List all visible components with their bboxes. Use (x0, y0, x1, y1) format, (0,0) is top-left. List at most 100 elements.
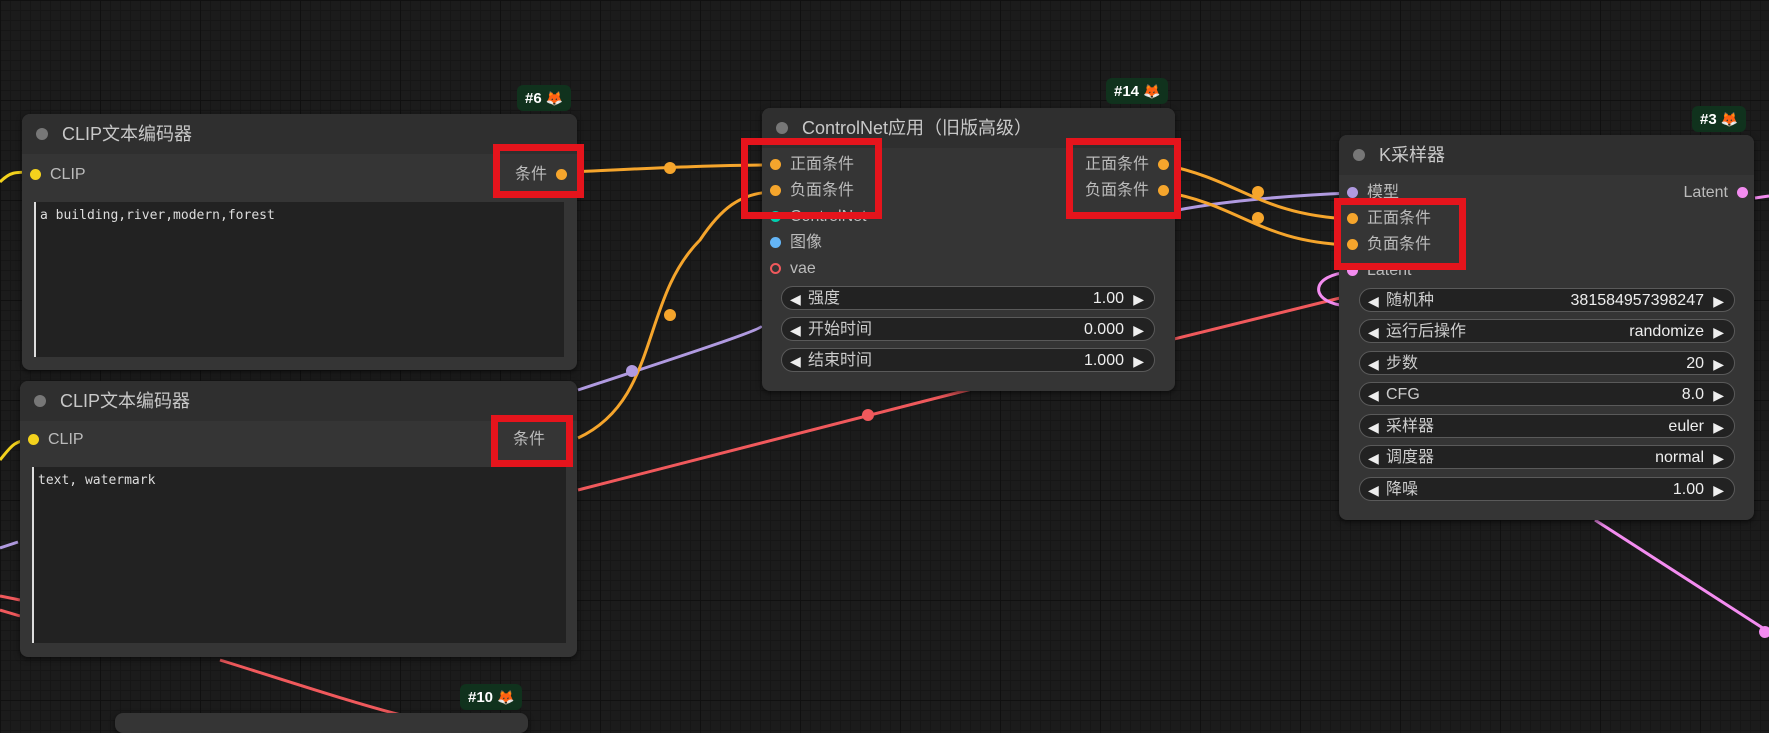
positive-input-slot[interactable]: 正面条件 (1347, 208, 1431, 230)
increment-arrow-icon[interactable]: ▶ (1133, 349, 1144, 373)
start-time-widget[interactable]: ◀ 开始时间 0.000 ▶ (781, 317, 1155, 341)
positive-input-slot[interactable]: 正面条件 (770, 154, 854, 176)
collapse-dot[interactable] (1353, 149, 1365, 161)
latent-input-slot[interactable]: Latent (1347, 260, 1411, 282)
wire-vae-left1 (0, 594, 21, 602)
strength-widget[interactable]: ◀ 强度 1.00 ▶ (781, 286, 1155, 310)
negative-output-slot[interactable]: 负面条件 (1085, 180, 1169, 202)
wire-vae-bottom (219, 658, 406, 718)
wire-latent-out (1594, 518, 1769, 634)
node-title-bar[interactable]: ControlNet应用（旧版高级） (762, 108, 1175, 148)
ksampler-node[interactable]: K采样器 模型 正面条件 负面条件 Latent Latent ◀ 随机种 38… (1339, 135, 1754, 520)
sampler-widget[interactable]: ◀ 采样器 euler ▶ (1359, 414, 1735, 438)
increment-arrow-icon[interactable]: ▶ (1713, 352, 1724, 376)
prompt-textarea[interactable]: a building,river,modern,forest (34, 202, 564, 357)
fox-icon: 🦊 (1720, 111, 1739, 127)
decrement-arrow-icon[interactable]: ◀ (1368, 383, 1379, 407)
increment-arrow-icon[interactable]: ▶ (1713, 289, 1724, 313)
positive-output-pin[interactable] (1158, 159, 1169, 170)
conditioning-output-slot[interactable]: 条件 (513, 429, 565, 451)
widget-value: 20 (1686, 355, 1704, 372)
denoise-widget[interactable]: ◀ 降噪 1.00 ▶ (1359, 477, 1735, 501)
node-title: ControlNet应用（旧版高级） (802, 118, 1033, 138)
latent-output-slot[interactable]: Latent (1684, 182, 1748, 204)
controlnet-apply-node[interactable]: ControlNet应用（旧版高级） 正面条件 负面条件 ControlNet … (762, 108, 1175, 391)
model-input-pin[interactable] (1347, 187, 1358, 198)
widget-label: 强度 (808, 290, 841, 307)
collapse-dot[interactable] (34, 395, 46, 407)
seed-widget[interactable]: ◀ 随机种 381584957398247 ▶ (1359, 288, 1735, 312)
latent-output-pin[interactable] (1737, 187, 1748, 198)
decrement-arrow-icon[interactable]: ◀ (1368, 415, 1379, 439)
clip-input-pin[interactable] (30, 169, 41, 180)
control-after-generate-widget[interactable]: ◀ 运行后操作 randomize ▶ (1359, 319, 1735, 343)
clip-text-encode-node-2[interactable]: CLIP文本编码器 CLIP 条件 text, watermark (20, 381, 577, 657)
increment-arrow-icon[interactable]: ▶ (1713, 446, 1724, 470)
collapse-dot[interactable] (776, 122, 788, 134)
widget-label: 调度器 (1386, 449, 1435, 466)
negative-output-pin[interactable] (1158, 185, 1169, 196)
node-title-bar[interactable]: CLIP文本编码器 (22, 114, 577, 154)
node-title-bar[interactable]: K采样器 (1339, 135, 1754, 175)
widget-label: CFG (1386, 386, 1420, 403)
widget-value: euler (1668, 418, 1704, 435)
node-10[interactable] (115, 713, 528, 733)
clip-input-slot[interactable]: CLIP (30, 164, 86, 186)
node-title-bar[interactable]: CLIP文本编码器 (20, 381, 577, 421)
node-id-badge: #3 🦊 (1692, 106, 1747, 132)
clip-input-slot[interactable]: CLIP (28, 429, 84, 451)
controlnet-input-pin[interactable] (770, 211, 781, 222)
increment-arrow-icon[interactable]: ▶ (1713, 383, 1724, 407)
negative-input-pin[interactable] (1347, 239, 1358, 250)
node-id-badge: #14 🦊 (1106, 78, 1169, 104)
negative-input-pin[interactable] (770, 185, 781, 196)
increment-arrow-icon[interactable]: ▶ (1713, 320, 1724, 344)
widget-value: 1.00 (1092, 290, 1124, 307)
end-time-widget[interactable]: ◀ 结束时间 1.000 ▶ (781, 348, 1155, 372)
clip-text-encode-node-1[interactable]: CLIP文本编码器 CLIP 条件 a building,river,moder… (22, 114, 577, 370)
widget-value: randomize (1629, 323, 1704, 340)
decrement-arrow-icon[interactable]: ◀ (790, 318, 801, 342)
latent-input-pin[interactable] (1347, 265, 1358, 276)
positive-input-label: 正面条件 (790, 156, 855, 173)
vae-input-slot[interactable]: vae (770, 258, 816, 280)
clip-input-pin[interactable] (28, 434, 39, 445)
wire-model-left (0, 540, 19, 550)
controlnet-input-slot[interactable]: ControlNet (770, 206, 866, 228)
decrement-arrow-icon[interactable]: ◀ (1368, 320, 1379, 344)
node-id-text: #10 (468, 689, 494, 706)
decrement-arrow-icon[interactable]: ◀ (1368, 352, 1379, 376)
image-input-pin[interactable] (770, 237, 781, 248)
widget-value: 0.000 (1083, 321, 1124, 338)
decrement-arrow-icon[interactable]: ◀ (790, 349, 801, 373)
node-title: K采样器 (1379, 145, 1446, 165)
fox-icon: 🦊 (1143, 83, 1161, 99)
positive-input-pin[interactable] (770, 159, 781, 170)
cfg-widget[interactable]: ◀ CFG 8.0 ▶ (1359, 382, 1735, 406)
negative-input-slot[interactable]: 负面条件 (770, 180, 854, 202)
image-input-slot[interactable]: 图像 (770, 232, 822, 254)
conditioning-output-pin[interactable] (556, 169, 567, 180)
prompt-textarea[interactable]: text, watermark (32, 467, 566, 643)
decrement-arrow-icon[interactable]: ◀ (1368, 289, 1379, 313)
wire-vae-left2 (0, 608, 21, 618)
decrement-arrow-icon[interactable]: ◀ (1368, 446, 1379, 470)
increment-arrow-icon[interactable]: ▶ (1713, 478, 1724, 502)
conditioning-output-slot[interactable]: 条件 (515, 164, 567, 186)
decrement-arrow-icon[interactable]: ◀ (790, 287, 801, 311)
negative-input-slot[interactable]: 负面条件 (1347, 234, 1431, 256)
positive-output-slot[interactable]: 正面条件 (1085, 154, 1169, 176)
vae-input-pin[interactable] (770, 263, 781, 274)
widget-label: 运行后操作 (1386, 323, 1467, 340)
collapse-dot[interactable] (36, 128, 48, 140)
increment-arrow-icon[interactable]: ▶ (1713, 415, 1724, 439)
steps-widget[interactable]: ◀ 步数 20 ▶ (1359, 351, 1735, 375)
scheduler-widget[interactable]: ◀ 调度器 normal ▶ (1359, 445, 1735, 469)
model-input-slot[interactable]: 模型 (1347, 182, 1399, 204)
decrement-arrow-icon[interactable]: ◀ (1368, 478, 1379, 502)
widget-value: 381584957398247 (1570, 292, 1704, 309)
increment-arrow-icon[interactable]: ▶ (1133, 318, 1144, 342)
increment-arrow-icon[interactable]: ▶ (1133, 287, 1144, 311)
conditioning-output-label: 条件 (512, 431, 545, 448)
positive-input-pin[interactable] (1347, 213, 1358, 224)
